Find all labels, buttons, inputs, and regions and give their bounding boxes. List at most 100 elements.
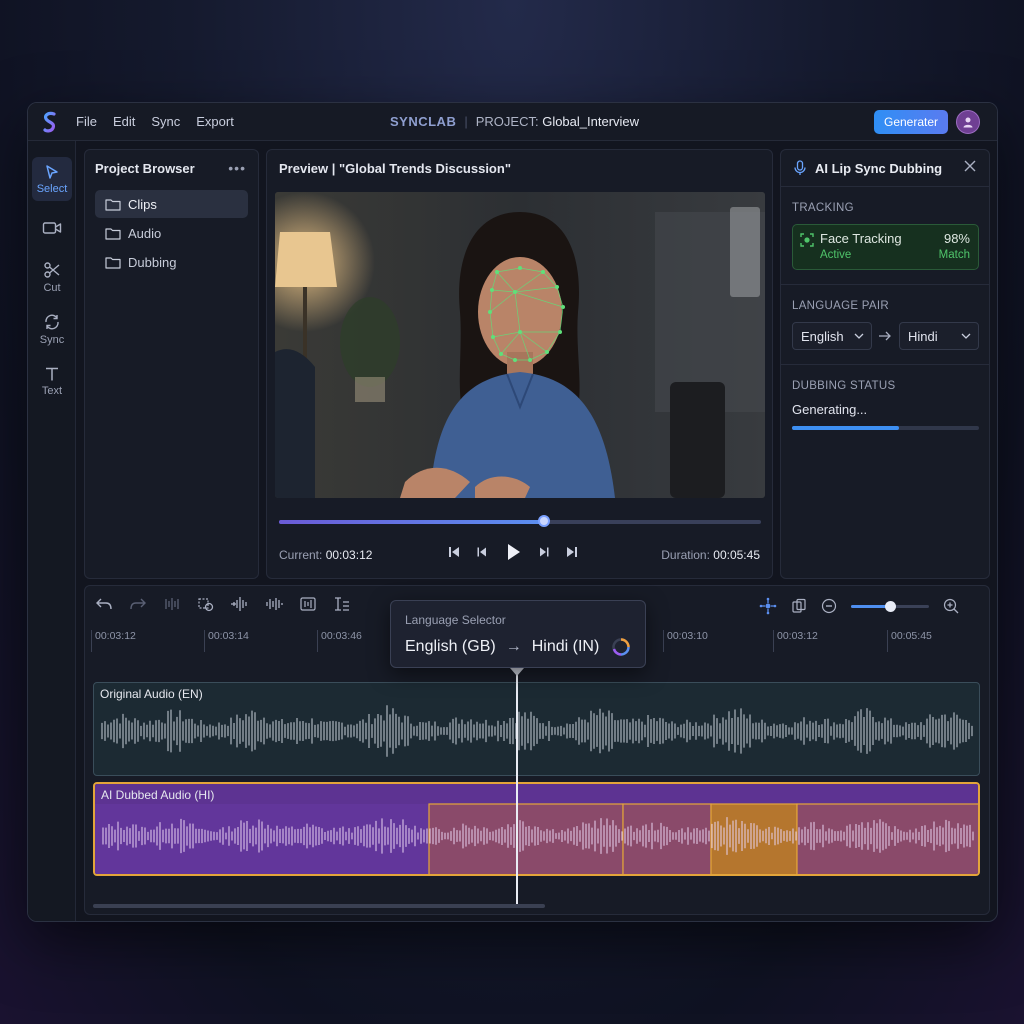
video-frame[interactable] bbox=[275, 192, 765, 498]
magnet-snap-icon[interactable] bbox=[759, 597, 777, 615]
top-bar: File Edit Sync Export SYNCLAB | PROJECT:… bbox=[28, 103, 997, 141]
step-back-icon[interactable] bbox=[475, 545, 489, 559]
waveform-icon[interactable] bbox=[265, 596, 283, 612]
split-icon[interactable] bbox=[163, 596, 181, 612]
video-icon bbox=[42, 221, 62, 234]
folder-dubbing[interactable]: Dubbing bbox=[95, 248, 248, 276]
microphone-icon bbox=[794, 160, 806, 175]
original-waveform bbox=[101, 705, 973, 757]
preview-panel: Preview | "Global Trends Discussion" Cur… bbox=[266, 149, 773, 579]
skip-to-start-icon[interactable] bbox=[447, 545, 461, 559]
popup-target-language[interactable]: Hindi (IN) bbox=[532, 638, 600, 656]
lip-sync-header: AI Lip Sync Dubbing bbox=[793, 160, 942, 176]
divider bbox=[781, 364, 989, 365]
timeline-zoom-controls bbox=[759, 597, 959, 615]
arrow-right-icon: → bbox=[505, 638, 522, 655]
redo-icon[interactable] bbox=[129, 596, 147, 612]
dubbed-track-label: AI Dubbed Audio (HI) bbox=[101, 788, 215, 802]
match-percent: 98% bbox=[943, 231, 970, 246]
synclab-logo-icon bbox=[43, 111, 56, 133]
duration-time: Duration: 00:05:45 bbox=[661, 548, 760, 562]
scissors-icon bbox=[44, 261, 60, 278]
popup-source-language[interactable]: English (GB) bbox=[405, 638, 496, 656]
close-icon[interactable] bbox=[963, 159, 977, 173]
folder-icon bbox=[105, 227, 121, 240]
audio-trim-icon[interactable] bbox=[231, 596, 249, 612]
language-selector-popup[interactable]: Language Selector English (GB) → Hindi (… bbox=[390, 600, 646, 668]
scrubber-track[interactable] bbox=[279, 515, 761, 527]
user-icon bbox=[963, 117, 973, 128]
dubbing-status-label: DUBBING STATUS bbox=[792, 380, 896, 392]
text-track-icon[interactable] bbox=[333, 596, 351, 612]
timeline-panel: 00:03:12 00:03:14 00:03:46 00:03:10 00:0… bbox=[84, 585, 990, 915]
window-title: SYNCLAB | PROJECT: Global_Interview bbox=[390, 114, 639, 129]
more-options-icon[interactable]: ••• bbox=[228, 160, 246, 176]
scrubber-progress bbox=[279, 520, 545, 524]
tool-sync[interactable]: Sync bbox=[32, 307, 72, 351]
project-prefix: PROJECT: bbox=[475, 114, 539, 129]
scrubber-handle[interactable] bbox=[538, 515, 551, 527]
face-tracking-label: Face Tracking bbox=[820, 231, 902, 246]
tool-text[interactable]: Text bbox=[32, 359, 72, 403]
tool-cut[interactable]: Cut bbox=[32, 255, 72, 299]
menu-sync[interactable]: Sync bbox=[151, 114, 180, 129]
current-time-label: Current: bbox=[279, 548, 323, 562]
skip-to-end-icon[interactable] bbox=[565, 545, 579, 559]
playhead-handle[interactable] bbox=[510, 668, 524, 676]
tracking-status: Active bbox=[820, 249, 852, 261]
source-language-value: English bbox=[801, 328, 844, 344]
zoom-slider[interactable] bbox=[851, 600, 929, 612]
menu-edit[interactable]: Edit bbox=[113, 114, 135, 129]
menu-export[interactable]: Export bbox=[196, 114, 234, 129]
subtitle-icon[interactable] bbox=[299, 596, 317, 612]
folder-icon bbox=[105, 256, 121, 269]
play-icon[interactable] bbox=[503, 542, 523, 562]
source-language-select[interactable]: English bbox=[792, 322, 872, 350]
tool-sync-label: Sync bbox=[39, 333, 65, 346]
current-time: Current: 00:03:12 bbox=[279, 548, 372, 562]
step-forward-icon[interactable] bbox=[537, 545, 551, 559]
folder-clips[interactable]: Clips bbox=[95, 190, 248, 218]
ruler-tick: 00:03:10 bbox=[663, 630, 708, 652]
language-selector-title: Language Selector bbox=[405, 613, 506, 627]
current-time-value: 00:03:12 bbox=[325, 548, 373, 562]
title-separator: | bbox=[464, 114, 468, 129]
dubbed-audio-track[interactable]: AI Dubbed Audio (HI) bbox=[93, 782, 980, 876]
zoom-out-icon[interactable] bbox=[821, 598, 837, 614]
face-scan-icon bbox=[800, 233, 814, 247]
original-track-label: Original Audio (EN) bbox=[100, 687, 203, 701]
dubbing-status-text: Generating... bbox=[792, 402, 868, 417]
original-audio-track[interactable]: Original Audio (EN) bbox=[93, 682, 980, 776]
avatar[interactable] bbox=[956, 110, 980, 134]
target-language-value: Hindi bbox=[908, 328, 938, 344]
playhead[interactable] bbox=[516, 672, 518, 904]
target-language-select[interactable]: Hindi bbox=[899, 322, 979, 350]
tool-select[interactable]: Select bbox=[32, 157, 72, 201]
loop-select-icon[interactable] bbox=[197, 596, 215, 612]
zoom-in-icon[interactable] bbox=[943, 598, 959, 614]
dubbed-waveform bbox=[102, 817, 974, 855]
generate-button[interactable]: Generater bbox=[874, 110, 948, 134]
lip-sync-title: AI Lip Sync Dubbing bbox=[815, 160, 943, 176]
sync-icon bbox=[45, 314, 59, 329]
app-window: File Edit Sync Export SYNCLAB | PROJECT:… bbox=[27, 102, 998, 922]
face-tracking-card: Face Tracking Active 98% Match bbox=[792, 224, 979, 270]
menu-file[interactable]: File bbox=[76, 114, 97, 129]
timeline-scrollbar[interactable] bbox=[93, 904, 545, 908]
dubbing-progress-bar bbox=[792, 426, 979, 430]
folder-icon bbox=[105, 198, 121, 211]
copy-track-icon[interactable] bbox=[791, 598, 807, 614]
ruler-tick: 00:03:12 bbox=[91, 630, 136, 652]
zoom-slider-handle[interactable] bbox=[885, 600, 896, 612]
folder-audio[interactable]: Audio bbox=[95, 219, 248, 247]
tool-text-label: Text bbox=[41, 384, 63, 397]
tool-cut-label: Cut bbox=[43, 281, 61, 294]
chevron-down-icon bbox=[961, 333, 971, 339]
undo-icon[interactable] bbox=[95, 596, 113, 612]
folder-clips-label: Clips bbox=[128, 196, 157, 212]
preview-title: Preview | "Global Trends Discussion" bbox=[279, 161, 511, 176]
tool-video[interactable] bbox=[32, 207, 72, 251]
project-browser-panel: Project Browser ••• Clips Audio Dubbing bbox=[84, 149, 259, 579]
ruler-tick: 00:03:14 bbox=[204, 630, 249, 652]
folder-audio-label: Audio bbox=[128, 225, 162, 241]
